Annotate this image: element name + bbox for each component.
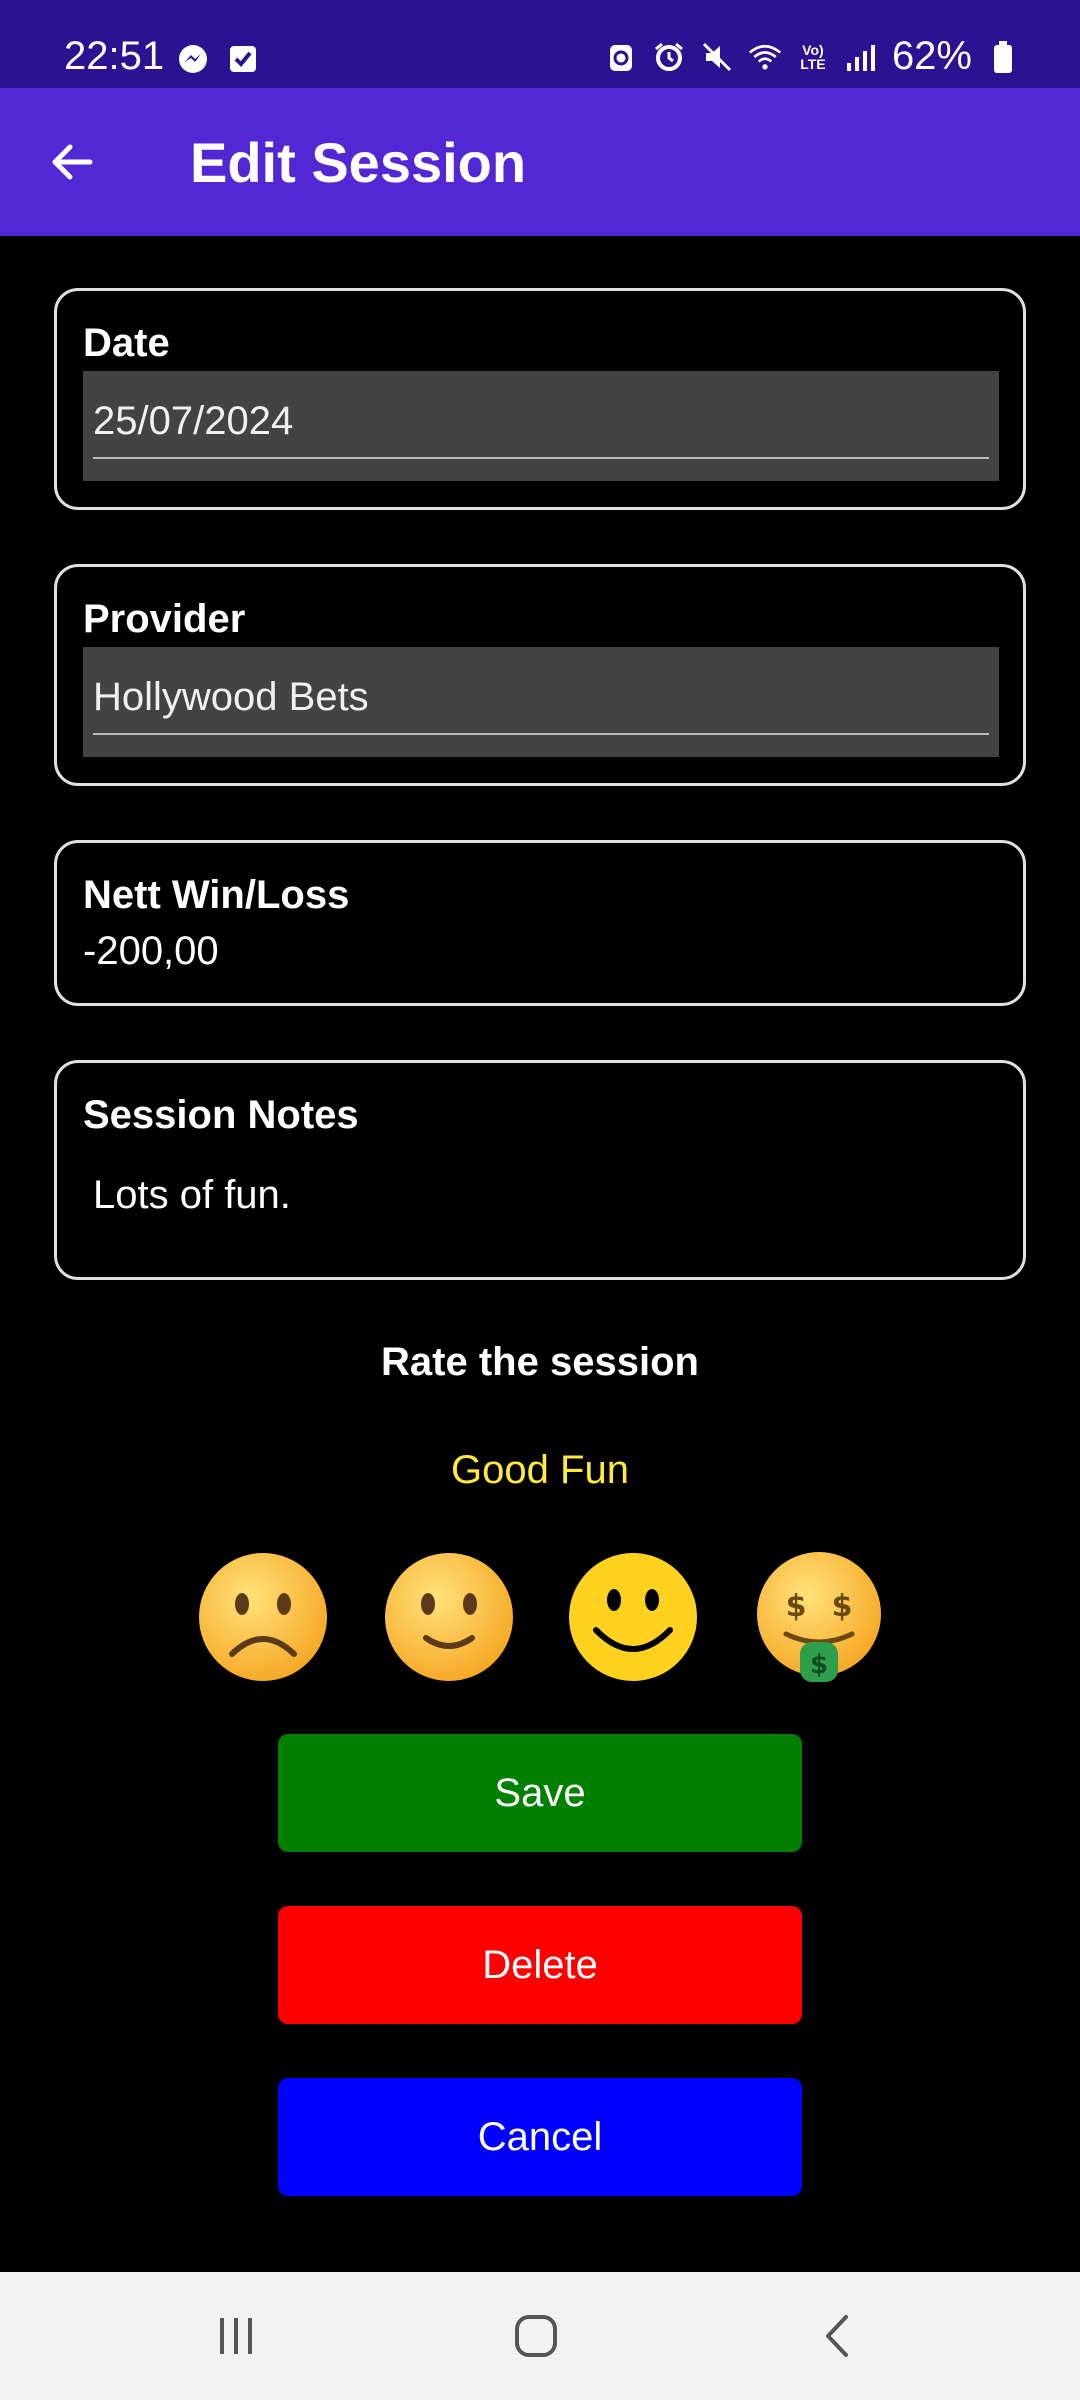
status-right: Vo) LTE 62% <box>604 34 1020 79</box>
smiling-face-icon[interactable] <box>566 1550 700 1684</box>
date-field[interactable]: 25/07/2024 <box>83 371 999 481</box>
provider-underline <box>93 733 989 735</box>
status-notification-icons <box>176 42 260 76</box>
date-underline <box>93 457 989 459</box>
svg-text:$: $ <box>786 1589 807 1624</box>
save-button[interactable]: Save <box>278 1734 802 1852</box>
volte-icon: Vo) LTE <box>800 41 826 72</box>
wifi-icon <box>748 40 782 74</box>
money-mouth-face-icon[interactable]: $ $ $ <box>752 1550 886 1684</box>
provider-card: Provider Hollywood Bets <box>54 564 1026 786</box>
page-title: Edit Session <box>190 131 527 194</box>
notes-card: Session Notes Lots of fun. <box>54 1060 1026 1280</box>
rate-title: Rate the session <box>381 1340 699 1384</box>
home-icon <box>515 2315 557 2357</box>
checkbox-icon <box>226 42 260 76</box>
date-value: 25/07/2024 <box>93 399 294 443</box>
date-card: Date 25/07/2024 <box>54 288 1026 510</box>
back-button[interactable] <box>36 126 108 198</box>
provider-field[interactable]: Hollywood Bets <box>83 647 999 757</box>
home-button[interactable] <box>506 2306 566 2366</box>
nett-label: Nett Win/Loss <box>83 873 350 917</box>
recent-apps-button[interactable] <box>206 2306 266 2366</box>
battery-icon <box>986 40 1020 74</box>
nett-value: -200,00 <box>83 929 219 973</box>
back-icon <box>826 2315 848 2357</box>
battery-percent: 62% <box>891 34 972 78</box>
system-nav-bar <box>0 2272 1080 2400</box>
status-bar: 22:51 Vo) LTE 62% <box>0 0 1080 88</box>
notes-label: Session Notes <box>83 1093 359 1137</box>
status-time: 22:51 <box>64 34 165 78</box>
app-bar: Edit Session <box>0 88 1080 236</box>
rating-label: Good Fun <box>451 1448 629 1492</box>
svg-text:$: $ <box>832 1589 853 1624</box>
alarm-icon <box>652 40 686 74</box>
notes-field[interactable]: Lots of fun. <box>93 1173 291 1218</box>
date-label: Date <box>83 321 170 365</box>
slightly-smiling-face-icon[interactable] <box>382 1550 516 1684</box>
signal-icon <box>844 40 878 74</box>
provider-value: Hollywood Bets <box>93 675 369 719</box>
arrow-left-icon <box>52 144 93 180</box>
mute-icon <box>700 40 734 74</box>
messenger-icon <box>176 42 210 76</box>
system-back-button[interactable] <box>808 2306 868 2366</box>
recent-apps-icon <box>220 2318 252 2354</box>
frowning-face-icon[interactable] <box>196 1550 330 1684</box>
provider-label: Provider <box>83 597 246 641</box>
svg-text:$: $ <box>810 1650 828 1680</box>
delete-button[interactable]: Delete <box>278 1906 802 2024</box>
sync-icon <box>604 40 638 74</box>
nett-card: Nett Win/Loss -200,00 <box>54 840 1026 1006</box>
cancel-button[interactable]: Cancel <box>278 2078 802 2196</box>
